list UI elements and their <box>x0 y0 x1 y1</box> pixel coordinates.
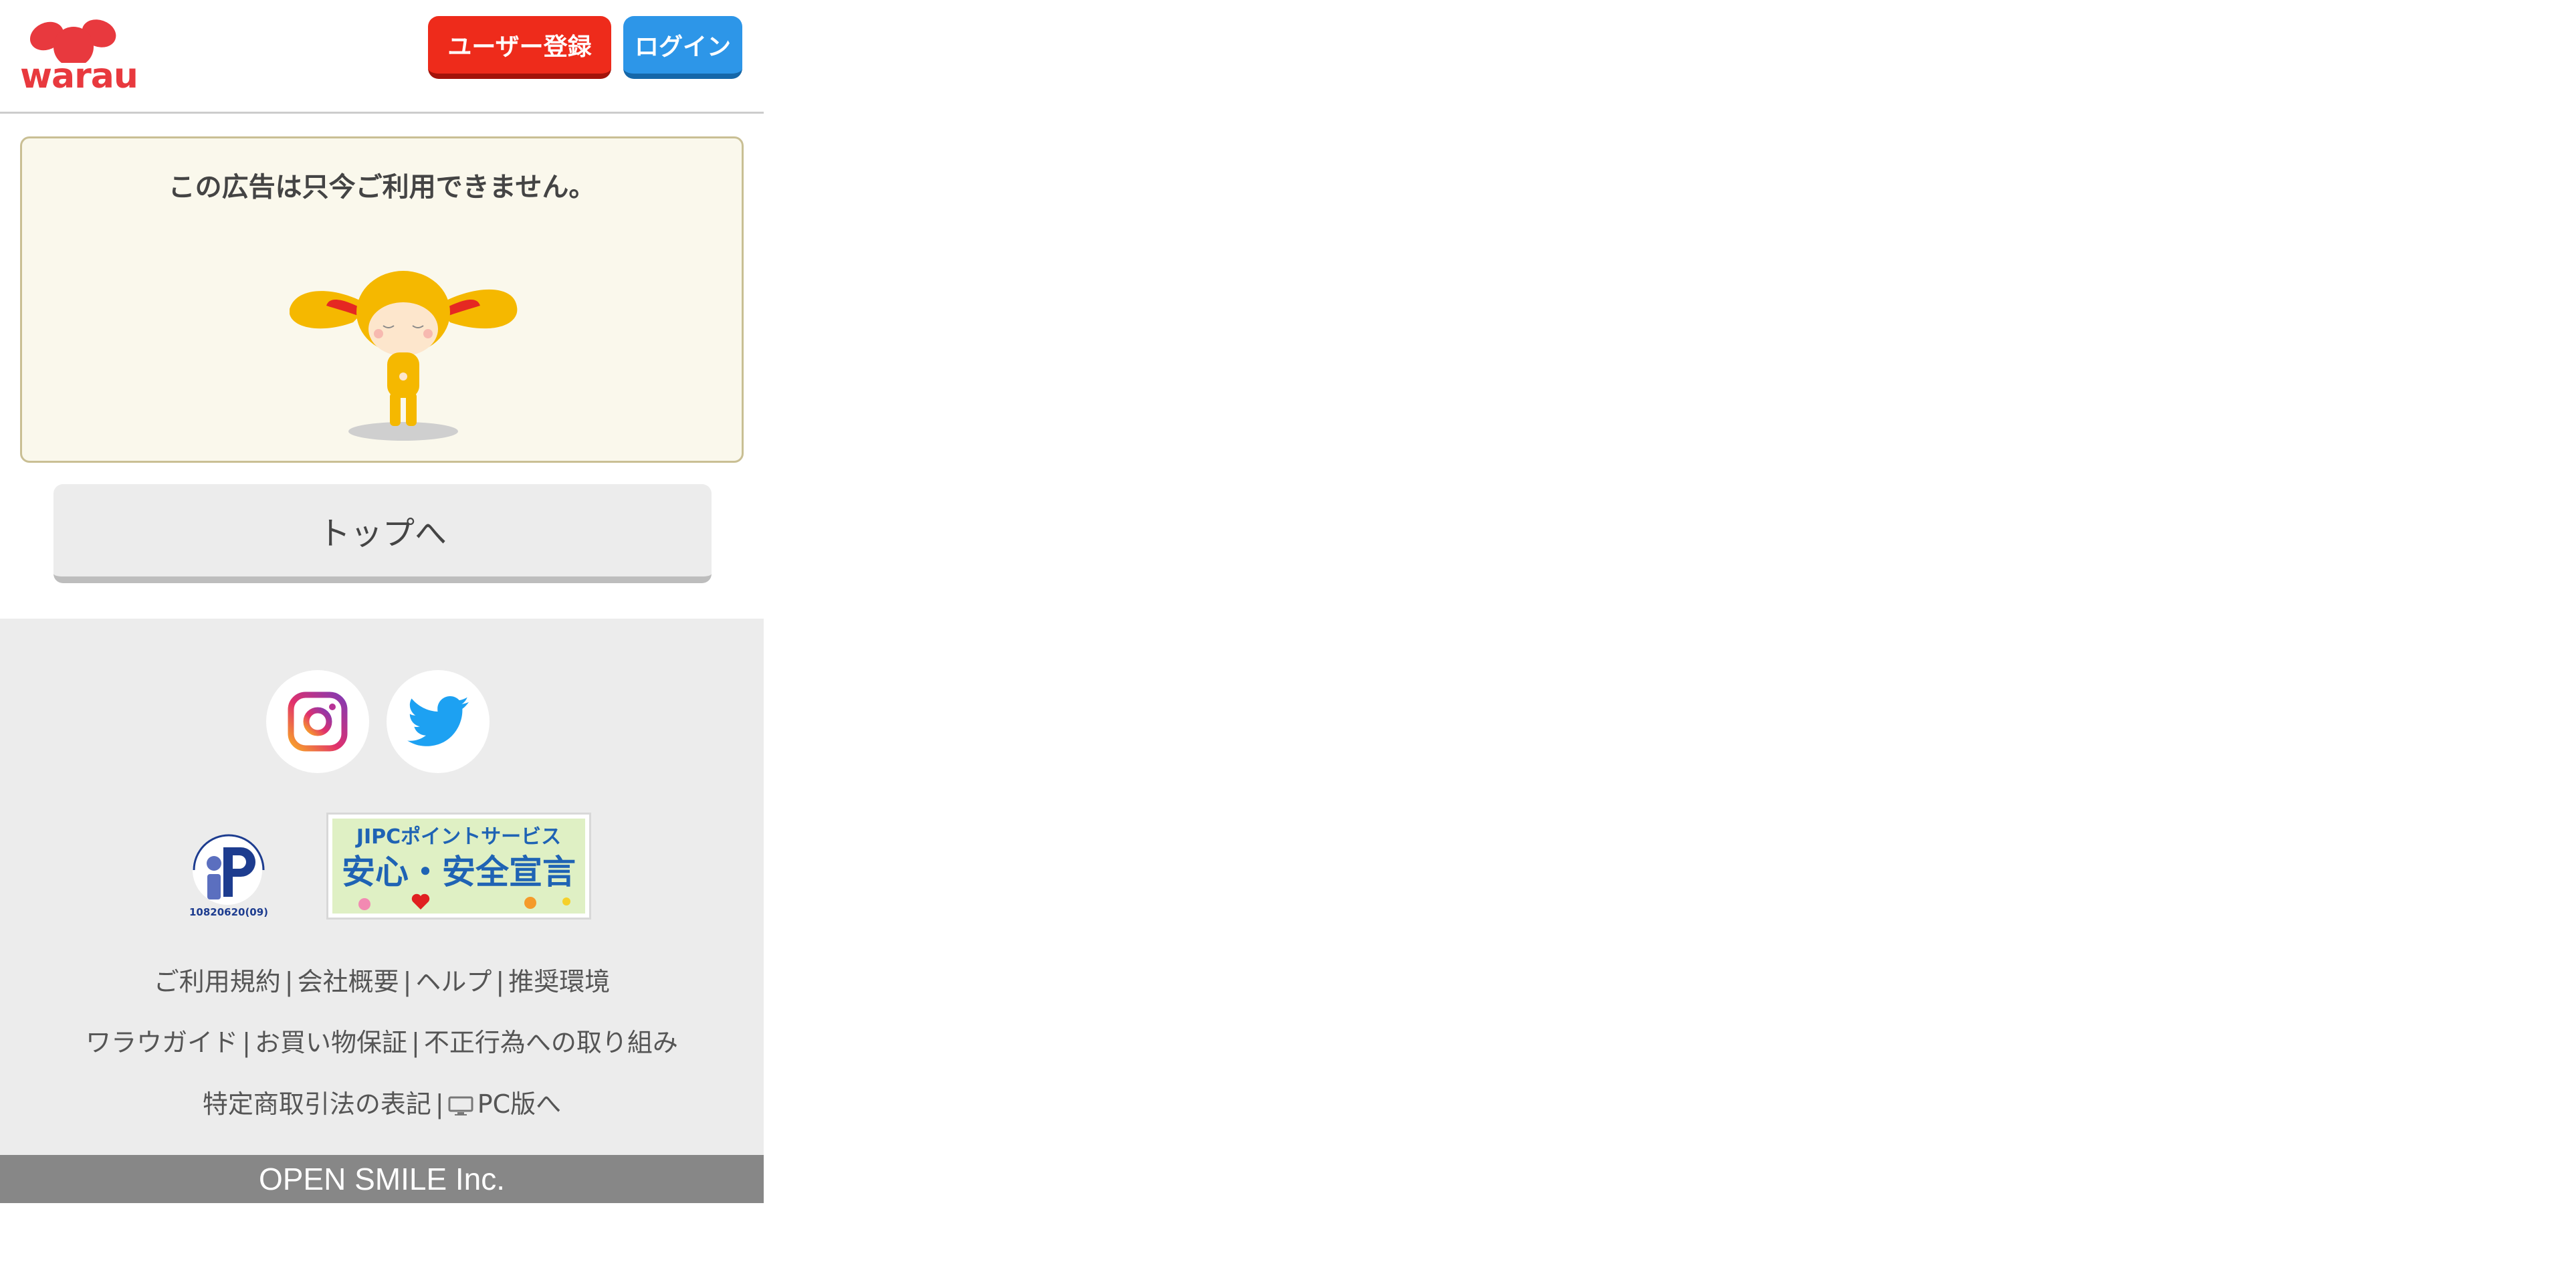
instagram-icon <box>288 691 348 752</box>
copyright-bar: OPEN SMILE Inc. <box>0 1155 764 1203</box>
privacy-mark-badge[interactable]: 10820620(09) <box>175 815 282 922</box>
company-link[interactable]: 会社概要 <box>298 967 399 996</box>
twitter-link[interactable] <box>387 670 490 773</box>
register-button[interactable]: ユーザー登録 <box>428 16 611 79</box>
ad-unavailable-notice: この広告は只今ご利用できません。 <box>20 136 744 463</box>
separator: | <box>435 1089 444 1119</box>
footer-links-row-2: ワラウガイド | お買い物保証 | 不正行為への取り組み <box>0 1022 764 1059</box>
instagram-link[interactable] <box>266 670 369 773</box>
separator: | <box>496 967 505 996</box>
bowing-mascot-illustration <box>290 271 518 441</box>
jipc-safety-badge[interactable]: JIPCポイントサービス 安心・安全宣言 <box>326 813 591 920</box>
logo-text: warau <box>20 56 138 96</box>
footer: 10820620(09) JIPCポイントサービス 安心・安全宣言 ご利用規約 |… <box>0 619 764 1155</box>
twitter-icon <box>407 696 469 746</box>
pc-version-label: PC版へ <box>477 1089 562 1119</box>
separator: | <box>242 1028 251 1057</box>
environment-link[interactable]: 推奨環境 <box>508 967 610 996</box>
privacy-mark-caption: 10820620(09) <box>189 906 269 918</box>
guide-link[interactable]: ワラウガイド <box>86 1028 238 1057</box>
jipc-badge-inner: JIPCポイントサービス 安心・安全宣言 <box>332 819 585 914</box>
jipc-flowers-decoration <box>358 893 570 910</box>
footer-links-row-1: ご利用規約 | 会社概要 | ヘルプ | 推奨環境 <box>0 961 764 998</box>
separator: | <box>403 967 412 996</box>
footer-links-row-3: 特定商取引法の表記 | PC版へ <box>0 1083 764 1120</box>
monitor-icon <box>448 1096 473 1115</box>
separator: | <box>284 967 294 996</box>
help-link[interactable]: ヘルプ <box>415 967 492 996</box>
to-top-button[interactable]: トップへ <box>53 484 712 583</box>
shopping-guarantee-link[interactable]: お買い物保証 <box>255 1028 407 1057</box>
notice-message: この広告は只今ご利用できません。 <box>168 172 596 203</box>
pc-version-link[interactable]: PC版へ <box>448 1089 561 1119</box>
terms-link[interactable]: ご利用規約 <box>154 967 281 996</box>
commercial-law-link[interactable]: 特定商取引法の表記 <box>203 1089 431 1119</box>
login-button[interactable]: ログイン <box>623 16 742 79</box>
fraud-policy-link[interactable]: 不正行為への取り組み <box>424 1028 678 1057</box>
header: warau ユーザー登録 ログイン <box>0 0 764 114</box>
separator: | <box>411 1028 420 1057</box>
page: warau ユーザー登録 ログイン この広告は只今ご利用できません。 トップへ … <box>0 0 764 1203</box>
warau-logo[interactable]: warau <box>20 16 138 96</box>
